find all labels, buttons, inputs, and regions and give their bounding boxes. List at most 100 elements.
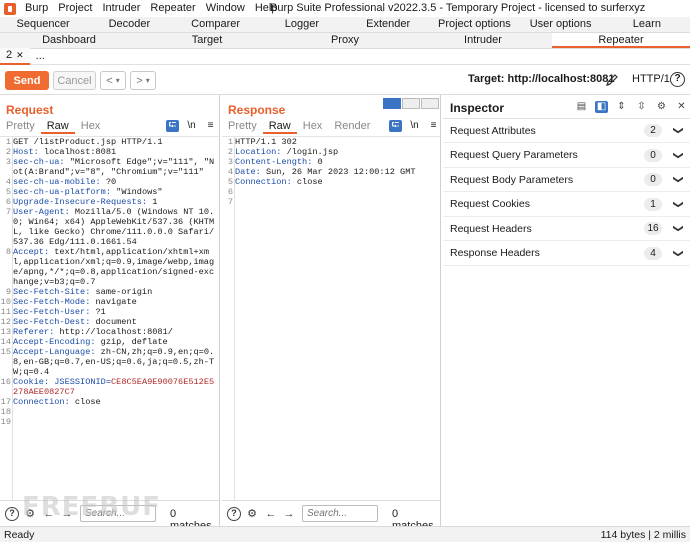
help-icon[interactable]: ? bbox=[5, 507, 19, 521]
line-text: Connection: close bbox=[12, 397, 219, 407]
forward-button[interactable]: > ▾ bbox=[130, 71, 156, 90]
tab-repeater[interactable]: Repeater bbox=[552, 33, 690, 48]
menu-window[interactable]: Window bbox=[201, 0, 250, 17]
line-number: 13 bbox=[0, 327, 11, 337]
request-editor[interactable]: 1 GET /listProduct.jsp HTTP/1.1 2 Host: loc… bbox=[0, 136, 219, 500]
tab-learn[interactable]: Learn bbox=[604, 17, 690, 32]
chevron-down-icon[interactable]: ❯ bbox=[672, 175, 683, 183]
help-icon[interactable]: ? bbox=[227, 507, 241, 521]
tab-extender[interactable]: Extender bbox=[345, 17, 431, 32]
menu-project[interactable]: Project bbox=[53, 0, 97, 17]
header-value: 0 bbox=[312, 157, 323, 167]
help-icon[interactable]: ? bbox=[670, 72, 685, 87]
response-editor[interactable]: 1 HTTP/1.1 302 2 Location: /login.jsp 3 Conte… bbox=[222, 136, 440, 500]
request-tab-pretty[interactable]: Pretty bbox=[0, 119, 41, 134]
repeater-tab-new[interactable]: ... bbox=[30, 49, 51, 64]
editor-line: 16 Cookie: JSESSIONID=CE8C5EA9E90076E512E… bbox=[0, 377, 219, 397]
chevron-down-icon[interactable]: ❯ bbox=[672, 126, 683, 134]
line-text: Accept-Language: zh-CN,zh;q=0.9,en;q=0.8… bbox=[12, 347, 219, 377]
layout-split-icon[interactable]: ◧ bbox=[595, 101, 608, 113]
tab-target[interactable]: Target bbox=[138, 33, 276, 48]
line-text: Cookie: JSESSIONID=CE8C5EA9E90076E512E52… bbox=[12, 377, 219, 397]
layout-toggle bbox=[382, 98, 439, 109]
line-number: 19 bbox=[0, 417, 11, 427]
http-version-label[interactable]: HTTP/1 bbox=[632, 73, 670, 85]
tab-user-options[interactable]: User options bbox=[518, 17, 604, 32]
response-panel: Response Pretty Raw Hex Render ⮓ \n ≡ 1H… bbox=[222, 95, 441, 532]
layout-tabs-icon[interactable] bbox=[421, 98, 439, 109]
tab-dashboard[interactable]: Dashboard bbox=[0, 33, 138, 48]
layout-top-bottom-icon[interactable] bbox=[402, 98, 420, 109]
inspector-section[interactable]: Response Headers 4 ❯ bbox=[443, 242, 690, 266]
line-number: 7 bbox=[5, 207, 11, 217]
pencil-icon[interactable] bbox=[605, 73, 619, 87]
response-search-input[interactable] bbox=[302, 505, 378, 522]
layout-list-icon[interactable]: ▤ bbox=[575, 101, 588, 113]
request-tab-raw[interactable]: Raw bbox=[40, 119, 75, 134]
response-tab-render[interactable]: Render bbox=[328, 119, 376, 134]
cancel-button[interactable]: Cancel bbox=[53, 71, 96, 90]
editor-line: 6 Upgrade-Insecure-Requests: 1 bbox=[0, 197, 219, 207]
response-tab-hex[interactable]: Hex bbox=[297, 119, 329, 134]
inspector-section[interactable]: Request Attributes 2 ❯ bbox=[443, 119, 690, 143]
response-tab-pretty[interactable]: Pretty bbox=[222, 119, 263, 134]
send-button[interactable]: Send bbox=[5, 71, 49, 90]
newline-icon[interactable]: \n bbox=[185, 120, 198, 132]
tab-decoder[interactable]: Decoder bbox=[86, 17, 172, 32]
tab-proxy[interactable]: Proxy bbox=[276, 33, 414, 48]
inspector-section[interactable]: Request Body Parameters 0 ❯ bbox=[443, 168, 690, 192]
collapse-icon[interactable]: ⇳ bbox=[635, 101, 648, 113]
tab-sequencer[interactable]: Sequencer bbox=[0, 17, 86, 32]
arrow-left-icon[interactable]: ← bbox=[264, 507, 278, 521]
tab-logger[interactable]: Logger bbox=[259, 17, 345, 32]
chevron-down-icon[interactable]: ❯ bbox=[672, 151, 683, 159]
header-name: Accept-Language: bbox=[13, 347, 96, 357]
header-value: gzip, deflate bbox=[95, 337, 168, 347]
line-text: Location: /login.jsp bbox=[234, 147, 440, 157]
arrow-right-icon[interactable]: → bbox=[282, 507, 296, 521]
menu-burp[interactable]: Burp bbox=[20, 0, 53, 17]
gear-icon[interactable]: ⚙ bbox=[245, 507, 259, 521]
menu-intruder[interactable]: Intruder bbox=[98, 0, 146, 17]
back-button[interactable]: < ▾ bbox=[100, 71, 126, 90]
burp-logo-icon bbox=[4, 2, 16, 15]
request-tab-hex[interactable]: Hex bbox=[75, 119, 107, 134]
menu-icon[interactable]: ≡ bbox=[427, 120, 440, 132]
request-view-tabs: Pretty Raw Hex bbox=[0, 119, 106, 134]
repeater-tab-2[interactable]: 2 ✕ bbox=[0, 48, 30, 65]
close-icon[interactable]: ✕ bbox=[675, 101, 688, 113]
gear-icon[interactable]: ⚙ bbox=[655, 101, 668, 113]
editor-line: 1 GET /listProduct.jsp HTTP/1.1 bbox=[0, 137, 219, 147]
inspector-section[interactable]: Request Cookies 1 ❯ bbox=[443, 193, 690, 217]
wrap-icon[interactable]: ⮓ bbox=[389, 120, 402, 132]
inspector-section[interactable]: Request Headers 16 ❯ bbox=[443, 217, 690, 241]
inspector-section-count: 0 bbox=[644, 173, 662, 186]
menu-icon[interactable]: ≡ bbox=[204, 120, 217, 132]
inspector-section-count: 2 bbox=[644, 124, 662, 137]
line-text bbox=[12, 407, 219, 417]
status-bar: Ready 114 bytes | 2 millis bbox=[0, 526, 690, 542]
editor-line: 5 Connection: close bbox=[222, 177, 440, 187]
header-name: User-Agent: bbox=[13, 207, 70, 217]
tab-comparer[interactable]: Comparer bbox=[173, 17, 259, 32]
expand-icon[interactable]: ⇕ bbox=[615, 101, 628, 113]
newline-icon[interactable]: \n bbox=[408, 120, 421, 132]
chevron-down-icon[interactable]: ❯ bbox=[672, 200, 683, 208]
wrap-icon[interactable]: ⮓ bbox=[166, 120, 179, 132]
inspector-section[interactable]: Request Query Parameters 0 ❯ bbox=[443, 144, 690, 168]
line-number: 2 bbox=[5, 147, 11, 157]
line-number: 10 bbox=[0, 297, 11, 307]
editor-line: 5 sec-ch-ua-platform: "Windows" bbox=[0, 187, 219, 197]
status-text: Ready bbox=[4, 529, 35, 541]
layout-side-by-side-icon[interactable] bbox=[383, 98, 401, 109]
chevron-down-icon[interactable]: ❯ bbox=[672, 249, 683, 257]
tab-intruder[interactable]: Intruder bbox=[414, 33, 552, 48]
menu-repeater[interactable]: Repeater bbox=[145, 0, 200, 17]
close-icon[interactable]: ✕ bbox=[16, 50, 24, 60]
response-tab-raw[interactable]: Raw bbox=[262, 119, 297, 134]
line-text: Sec-Fetch-Dest: document bbox=[12, 317, 219, 327]
inspector-section-label: Request Cookies bbox=[450, 198, 530, 210]
tab-project-options[interactable]: Project options bbox=[431, 17, 517, 32]
header-value: 1 bbox=[147, 197, 158, 207]
chevron-down-icon[interactable]: ❯ bbox=[672, 224, 683, 232]
